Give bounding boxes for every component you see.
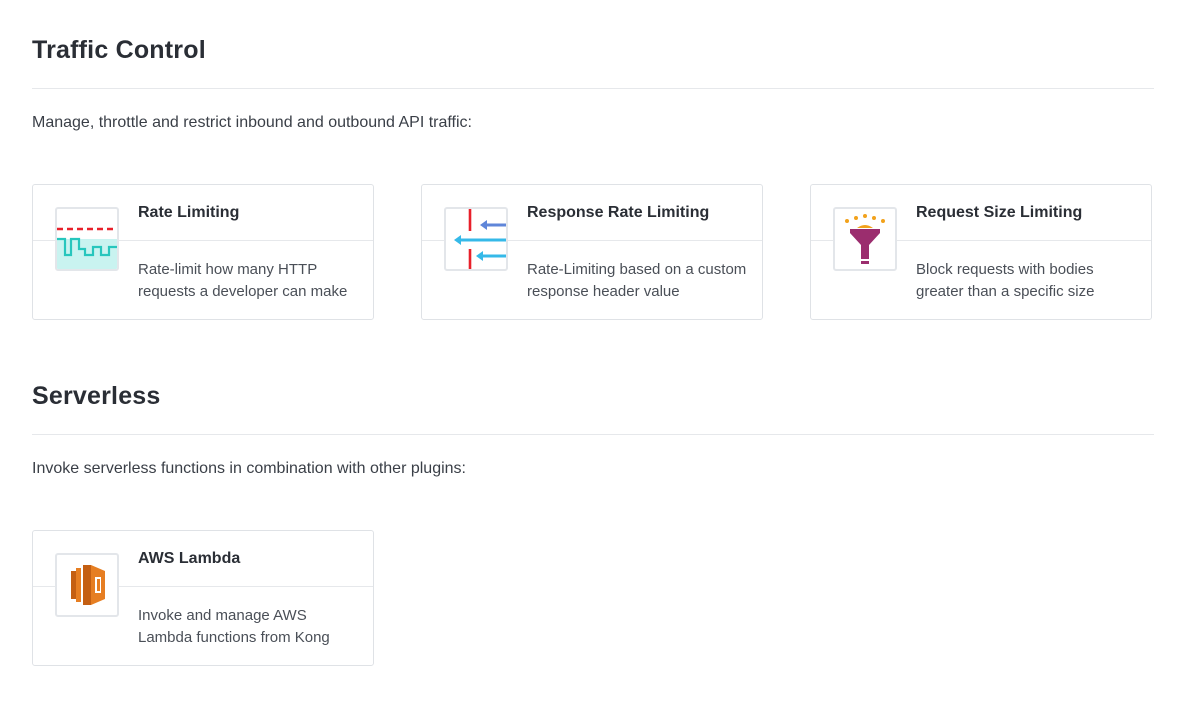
funnel-icon: [833, 207, 897, 271]
section-description: Manage, throttle and restrict inbound an…: [32, 114, 472, 131]
response-rate-limiting-icon: [444, 207, 508, 271]
card-description: Block requests with bodies greater than …: [916, 261, 1095, 300]
serverless-section: Serverless Invoke serverless functions i…: [32, 378, 1154, 477]
section-title: Serverless: [32, 382, 161, 410]
plugin-card-rate-limiting[interactable]: Rate Limiting Rate-limit how many HTTP r…: [32, 184, 374, 320]
card-title: Response Rate Limiting: [527, 204, 710, 221]
card-description: Rate-Limiting based on a custom response…: [527, 261, 747, 300]
traffic-control-section: Traffic Control Manage, throttle and res…: [32, 32, 1154, 131]
section-description: Invoke serverless functions in combinati…: [32, 460, 466, 477]
aws-lambda-icon: [55, 553, 119, 617]
card-description: Invoke and manage AWS Lambda functions f…: [138, 607, 330, 646]
plugin-card-aws-lambda[interactable]: AWS Lambda Invoke and manage AWS Lambda …: [32, 530, 374, 666]
section-divider: [32, 88, 1154, 89]
card-title: Request Size Limiting: [916, 204, 1083, 221]
card-title: Rate Limiting: [138, 204, 240, 221]
plugin-card-request-size-limiting[interactable]: Request Size Limiting Block requests wit…: [810, 184, 1152, 320]
section-divider: [32, 434, 1154, 435]
plugin-card-response-rate-limiting[interactable]: Response Rate Limiting Rate-Limiting bas…: [421, 184, 763, 320]
card-title: AWS Lambda: [138, 550, 241, 567]
section-title: Traffic Control: [32, 36, 206, 64]
rate-limiting-icon: [55, 207, 119, 271]
card-description: Rate-limit how many HTTP requests a deve…: [138, 261, 348, 300]
